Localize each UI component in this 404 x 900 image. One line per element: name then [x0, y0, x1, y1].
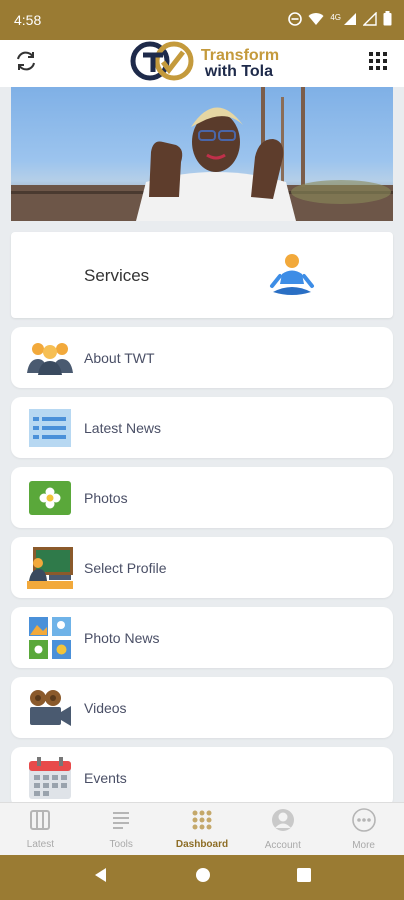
menu-item-events[interactable]: Events	[11, 747, 393, 808]
home-icon[interactable]	[195, 867, 211, 888]
dashboard-icon	[191, 809, 213, 836]
news-list-icon	[26, 406, 74, 450]
latest-icon	[29, 809, 51, 836]
logo-line1: Transform	[200, 46, 280, 64]
menu-item-videos[interactable]: Videos	[11, 677, 393, 738]
back-icon[interactable]	[93, 867, 109, 888]
menu-item-label: About TWT	[84, 349, 155, 366]
photo-flower-icon	[26, 476, 74, 520]
menu-item-label: Photos	[84, 489, 128, 506]
battery-icon	[383, 11, 392, 29]
menu-item-photos[interactable]: Photos	[11, 467, 393, 528]
photo-grid-icon	[26, 616, 74, 660]
calendar-icon	[26, 756, 74, 800]
menu-item-about-twt[interactable]: About TWT	[11, 327, 393, 388]
logo-text: Transform with Tola	[200, 46, 280, 80]
menu-item-select-profile[interactable]: Select Profile	[11, 537, 393, 598]
do-not-disturb-icon	[288, 11, 303, 29]
hero-photo	[11, 87, 393, 221]
nav-tab-more[interactable]: More	[323, 803, 404, 855]
nav-label-more: More	[352, 839, 375, 851]
grid-icon	[369, 52, 387, 75]
more-icon	[351, 807, 376, 837]
nav-label-latest: Latest	[26, 838, 55, 850]
wifi-icon	[308, 12, 324, 29]
status-bar: 4:58 4G	[0, 0, 404, 40]
signal-empty-icon	[362, 10, 377, 29]
nav-label-tools: Tools	[109, 838, 133, 850]
system-nav-bar	[0, 855, 404, 900]
tools-icon	[110, 809, 132, 836]
account-icon	[271, 808, 295, 837]
nav-tab-latest[interactable]: Latest	[0, 803, 81, 855]
app-logo: Transform with Tola	[129, 40, 279, 87]
grid-menu-button[interactable]	[364, 50, 392, 78]
menu-item-photo-news[interactable]: Photo News	[11, 607, 393, 668]
video-camera-icon	[26, 686, 74, 730]
menu-item-label: Photo News	[84, 629, 160, 646]
refresh-icon	[14, 49, 38, 78]
nav-label-account: Account	[264, 839, 301, 851]
menu-item-label: Videos	[84, 699, 127, 716]
menu-item-label: Select Profile	[84, 559, 167, 576]
services-card[interactable]: Services	[11, 232, 393, 318]
status-icons: 4G	[288, 10, 392, 29]
menu-item-latest-news[interactable]: Latest News	[11, 397, 393, 458]
logo-line2: with Tola	[204, 62, 274, 80]
menu-item-label: Latest News	[84, 419, 162, 436]
nav-tab-tools[interactable]: Tools	[81, 803, 162, 855]
nav-label-dashboard: Dashboard	[175, 838, 229, 850]
logo-mark-icon	[129, 40, 195, 87]
network-type: 4G	[330, 13, 341, 22]
bottom-nav: Latest Tools Dashboard Account More	[0, 802, 404, 855]
menu-item-label: Events	[84, 769, 127, 786]
nav-tab-account[interactable]: Account	[242, 803, 323, 855]
recents-icon[interactable]	[297, 868, 311, 887]
meditation-icon	[269, 252, 315, 303]
signal-icon	[343, 12, 357, 29]
app-bar: Transform with Tola	[0, 40, 404, 87]
refresh-button[interactable]	[12, 50, 40, 78]
dashboard-content: Services About TWT Latest News Photos Se…	[11, 232, 393, 808]
people-group-icon	[26, 336, 74, 380]
teacher-board-icon	[26, 546, 74, 590]
hero-banner[interactable]	[11, 87, 393, 221]
nav-tab-dashboard[interactable]: Dashboard	[162, 803, 243, 855]
status-time: 4:58	[14, 12, 42, 28]
services-label: Services	[84, 266, 150, 285]
